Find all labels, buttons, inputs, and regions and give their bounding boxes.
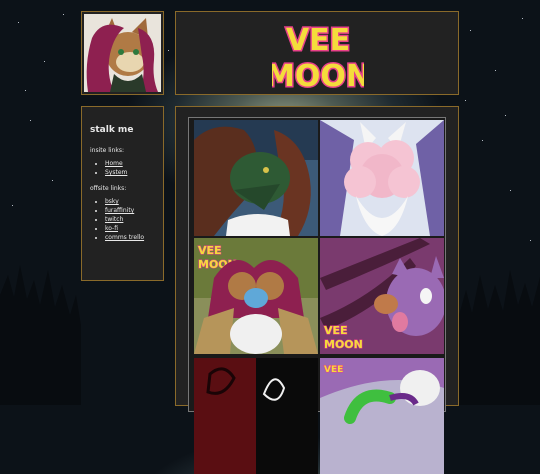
svg-text:VEE: VEE xyxy=(324,324,348,337)
svg-text:MOON: MOON xyxy=(324,338,363,351)
logo-line2: MOON xyxy=(272,59,364,92)
gallery-grid: VEE MOON VEE MOON VEE xyxy=(188,117,446,474)
link-ko-fi[interactable]: ko-fi xyxy=(105,225,118,232)
list-item: System xyxy=(105,169,155,176)
link-bsky[interactable]: bsky xyxy=(105,198,119,205)
link-home[interactable]: Home xyxy=(105,160,123,167)
gallery-image-1[interactable] xyxy=(194,120,318,236)
link-furaffinity[interactable]: furaffinity xyxy=(105,207,134,214)
offsite-links-label: offsite links: xyxy=(90,185,127,192)
vee-moon-logo[interactable]: VEE MOON xyxy=(272,16,364,93)
sidebar-title: stalk me xyxy=(90,125,134,135)
gallery-panel: VEE MOON VEE MOON VEE xyxy=(175,106,459,474)
avatar xyxy=(84,14,161,93)
list-item: ko-fi xyxy=(105,225,155,232)
gallery-image-5[interactable] xyxy=(194,358,318,474)
avatar-frame xyxy=(81,11,164,95)
offsite-links-list: bsky furaffinity twitch ko-fi comms trel… xyxy=(90,198,155,241)
gallery-image-3[interactable]: VEE MOON xyxy=(194,238,318,354)
insite-links-label: insite links: xyxy=(90,147,124,154)
gallery-image-6[interactable]: VEE xyxy=(320,358,444,474)
link-system[interactable]: System xyxy=(105,169,127,176)
logo-line1: VEE xyxy=(286,23,350,58)
gallery-image-4[interactable]: VEE MOON xyxy=(320,238,444,354)
list-item: Home xyxy=(105,160,155,167)
svg-text:VEE: VEE xyxy=(198,244,222,257)
list-item: comms trello xyxy=(105,234,155,241)
list-item: twitch xyxy=(105,216,155,223)
sidebar: stalk me insite links: Home System offsi… xyxy=(81,106,164,281)
list-item: bsky xyxy=(105,198,155,205)
link-comms-trello[interactable]: comms trello xyxy=(105,234,144,241)
header-logo-panel: VEE MOON xyxy=(175,11,459,95)
gallery-image-2[interactable] xyxy=(320,120,444,236)
link-twitch[interactable]: twitch xyxy=(105,216,123,223)
insite-links-list: Home System xyxy=(90,160,155,176)
list-item: furaffinity xyxy=(105,207,155,214)
svg-text:VEE: VEE xyxy=(324,365,343,375)
